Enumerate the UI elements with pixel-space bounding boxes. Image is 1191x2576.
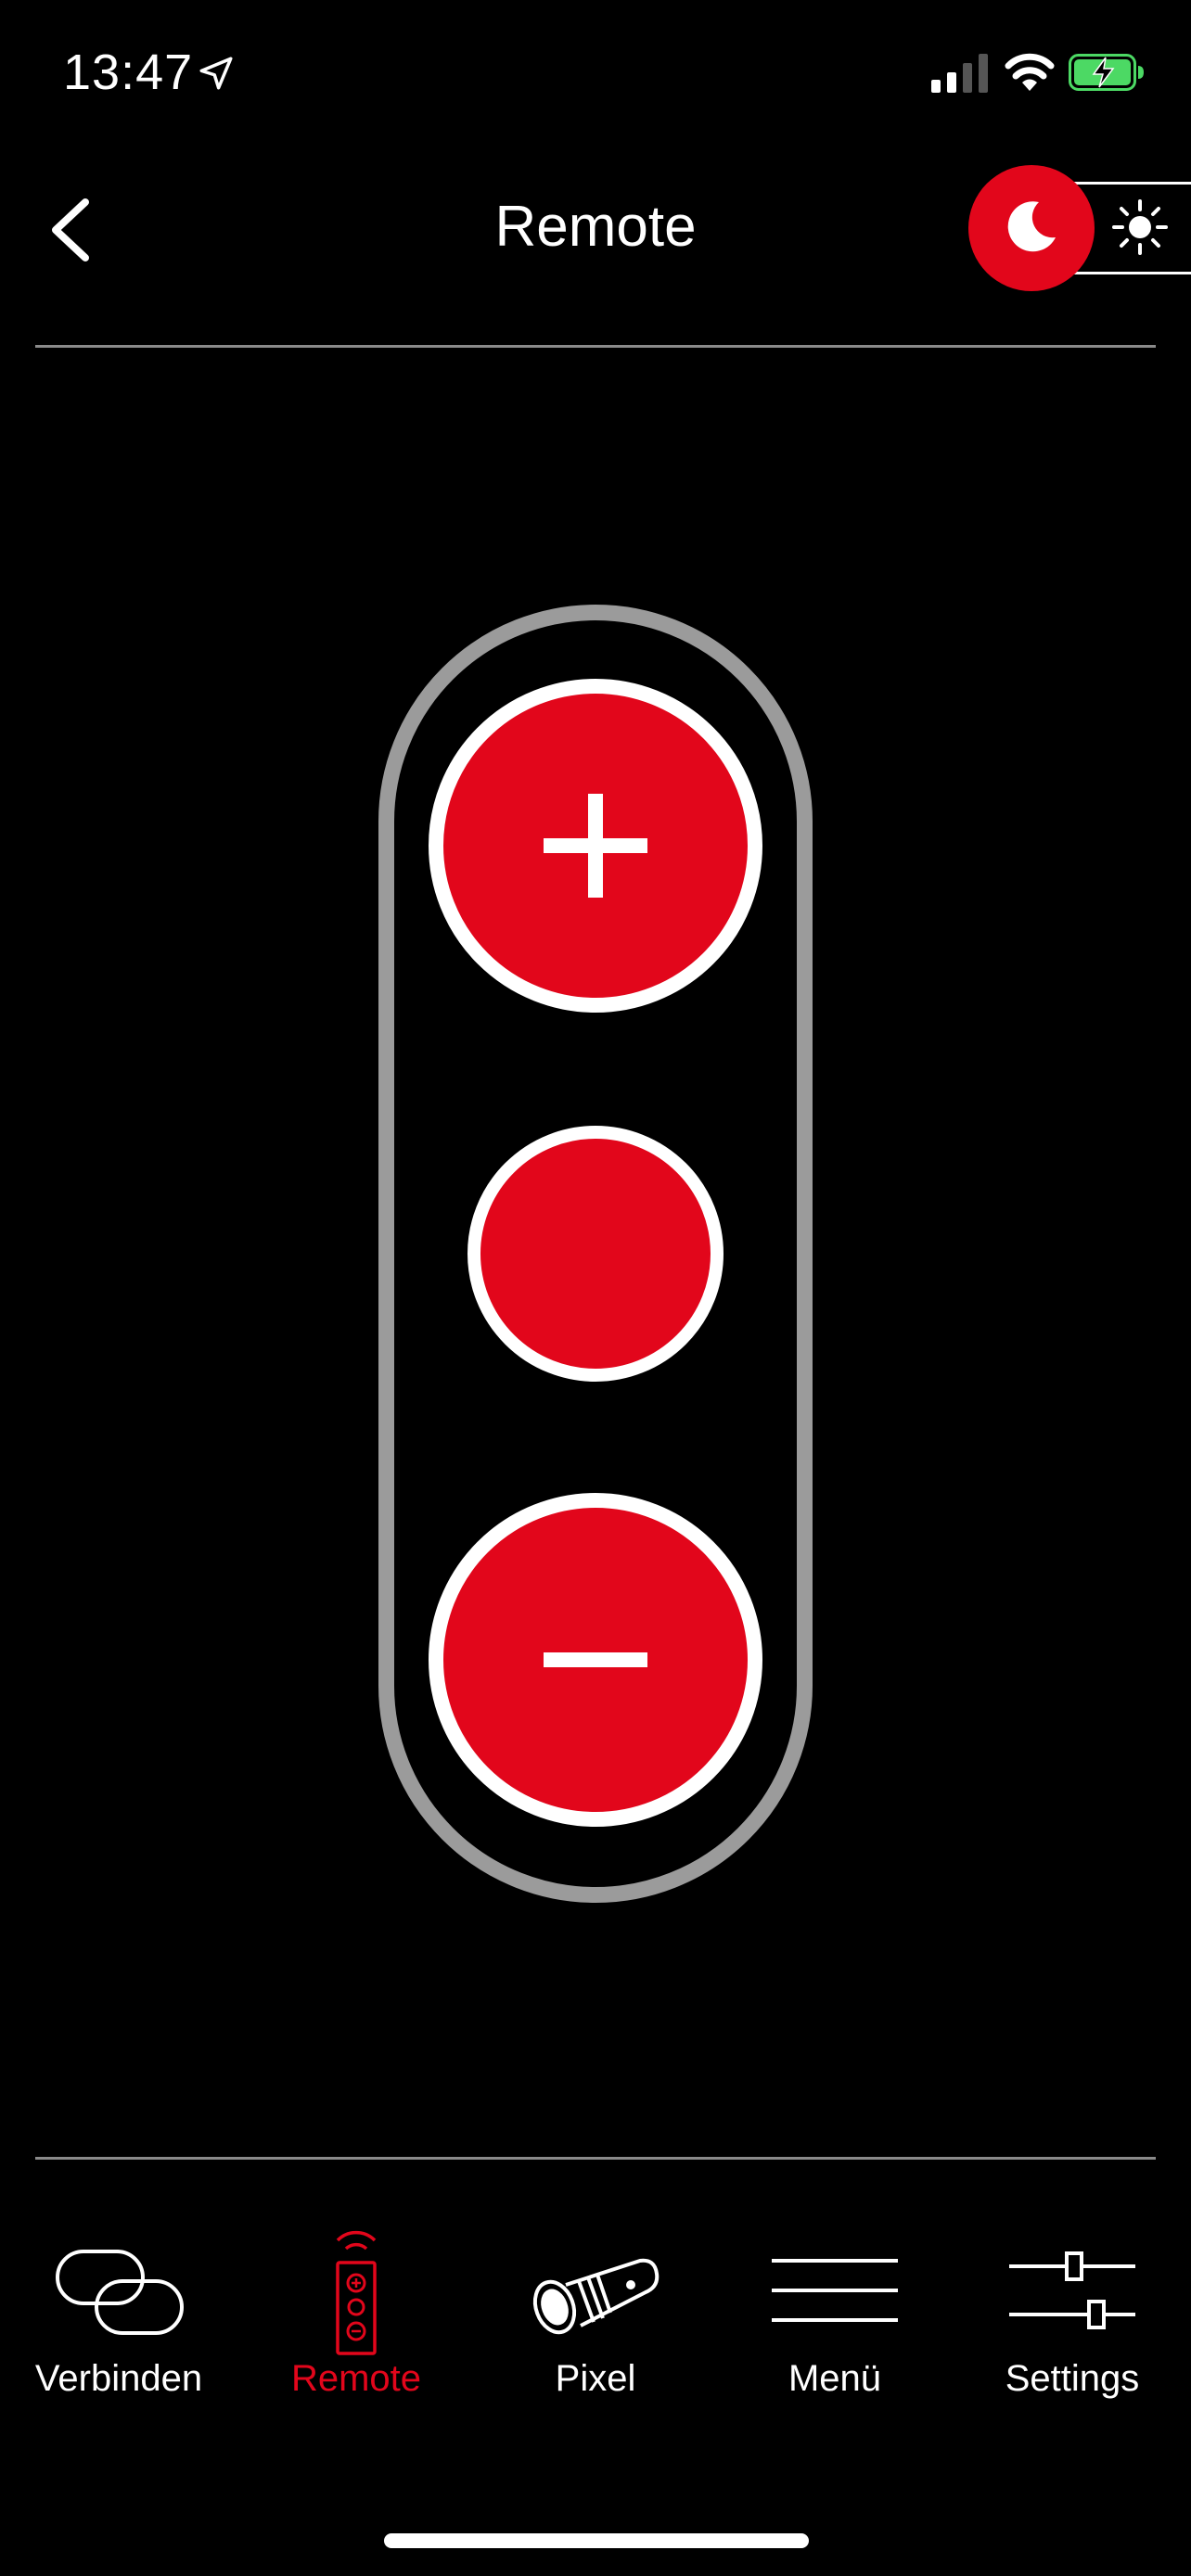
status-time: 13:47: [63, 45, 194, 100]
tab-label: Remote: [290, 2358, 422, 2399]
tab-remote[interactable]: Remote: [237, 2225, 475, 2411]
tab-pixel[interactable]: Pixel: [475, 2225, 716, 2411]
menu-lines-icon: [772, 2259, 898, 2322]
scope-device-icon: [532, 2258, 660, 2335]
header-divider: [35, 345, 1156, 348]
sun-icon: [1112, 199, 1168, 255]
tab-settings[interactable]: Settings: [954, 2225, 1191, 2411]
home-indicator: [384, 2533, 809, 2548]
moon-icon: [1007, 201, 1056, 252]
plus-icon: [544, 794, 647, 898]
tab-label: Verbinden: [34, 2358, 203, 2399]
center-button[interactable]: [467, 1126, 724, 1382]
tabbar-divider: [35, 2157, 1156, 2160]
remote-control-icon: [336, 2230, 377, 2355]
tab-verbinden[interactable]: Verbinden: [0, 2225, 237, 2411]
tab-menu[interactable]: Menü: [716, 2225, 954, 2411]
sliders-icon: [1009, 2251, 1135, 2329]
cellular-signal-icon: [931, 54, 988, 93]
battery-charging-icon: [1069, 54, 1144, 91]
wifi-icon: [1005, 53, 1055, 91]
link-icon: [56, 2250, 184, 2335]
minus-icon: [544, 1652, 647, 1667]
tab-label: Pixel: [555, 2358, 636, 2399]
location-arrow-icon: [199, 57, 233, 90]
minus-button[interactable]: [429, 1493, 762, 1827]
tab-label: Settings: [1005, 2358, 1140, 2399]
tab-label: Menü: [788, 2358, 882, 2399]
plus-button[interactable]: [429, 679, 762, 1013]
